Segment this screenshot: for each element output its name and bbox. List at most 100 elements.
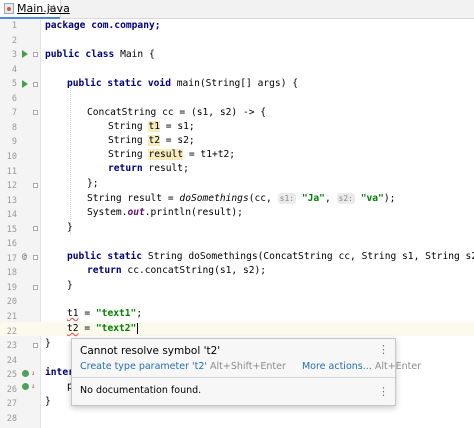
line-number: 8 [11, 122, 17, 133]
line-number: 3 [11, 50, 17, 61]
line-number: 9 [11, 137, 17, 148]
shortcut-label: Alt+Enter [374, 361, 422, 372]
code-text: = t1+t2; [183, 149, 236, 160]
keyword: return [87, 265, 122, 276]
code-line-10: String result = t1+t2; [108, 148, 235, 162]
line-number: 12 [6, 181, 17, 192]
keyword: package com.company; [45, 20, 161, 31]
code-text: = [78, 308, 96, 319]
fold-icon[interactable] [33, 285, 38, 290]
line-number: 26 [6, 384, 17, 395]
line-number: 11 [6, 166, 17, 177]
code-line-17: public static String doSomethings(Concat… [67, 250, 474, 264]
fold-icon[interactable] [33, 226, 38, 231]
java-file-icon [4, 3, 14, 14]
parameter-hint: s2: [336, 193, 355, 204]
highlighted-variable: t2 [148, 135, 160, 146]
fold-icon[interactable] [33, 110, 38, 115]
code-line-15: } [67, 221, 73, 235]
close-icon[interactable]: × [47, 1, 56, 14]
highlighted-variable: result [148, 149, 184, 160]
code-line-11: return result; [108, 162, 189, 176]
line-number: 19 [6, 282, 17, 293]
fold-icon[interactable] [33, 255, 38, 260]
code-text: String result = [87, 193, 180, 204]
line-number: 20 [6, 297, 17, 308]
documentation-text: No documentation found. [80, 385, 202, 396]
code-text: (cc, [248, 193, 278, 204]
code-line-3: public class Main { [45, 48, 155, 62]
highlighted-variable: t1 [148, 121, 160, 132]
code-line-7: ConcatString cc = (s1, s2) -> { [87, 106, 266, 120]
code-text: } [67, 280, 73, 291]
line-number: 6 [11, 93, 17, 104]
line-number: 13 [6, 195, 17, 206]
code-text: String [108, 121, 149, 132]
error-tooltip-popup: Cannot resolve symbol 't2' ⋮ Create type… [71, 338, 421, 406]
string-literal: "text2" [95, 323, 137, 334]
code-text: } [45, 396, 51, 407]
code-text: , [324, 193, 337, 204]
code-line-14: System.out.println(result); [87, 206, 243, 220]
fold-icon[interactable] [33, 343, 38, 348]
code-text: Main { [114, 49, 155, 60]
implement-icon[interactable] [22, 383, 29, 390]
static-field: out [127, 207, 145, 218]
fold-icon[interactable] [33, 82, 38, 87]
gutter-separator [40, 19, 41, 428]
code-text: .println(result); [144, 207, 243, 218]
code-text: result; [142, 163, 189, 174]
line-number: 14 [6, 210, 17, 221]
code-text: ; [136, 308, 143, 319]
line-number: 1 [11, 21, 17, 31]
code-text: ); [383, 193, 396, 204]
fold-icon[interactable] [33, 183, 38, 188]
code-line-13: String result = doSomethings(cc, s1: "Ja… [87, 192, 395, 206]
keyword: public static [67, 251, 143, 262]
implement-icon[interactable] [22, 370, 29, 377]
tab-main-java[interactable]: Main.java × [0, 0, 70, 19]
line-number: 16 [6, 239, 17, 250]
code-line-19: } [67, 279, 73, 293]
annotation-icon[interactable]: @ [22, 252, 27, 261]
code-line-8: String t1 = s1; [108, 120, 195, 134]
popup-actions-row: Create type parameter 't2' Alt+Shift+Ent… [80, 361, 421, 372]
line-number: 24 [6, 355, 17, 366]
code-line-18: return cc.concatString(s1, s2); [87, 264, 266, 278]
create-type-parameter-link[interactable]: Create type parameter 't2' [80, 361, 207, 372]
code-line-25: inter [45, 366, 74, 380]
line-number: 21 [6, 312, 17, 322]
popup-title: Cannot resolve symbol 't2' [80, 345, 221, 357]
indent-guide [70, 86, 71, 235]
run-icon[interactable] [22, 80, 28, 88]
fold-icon[interactable] [33, 52, 38, 57]
code-line-21: t1 = "text1"; [67, 307, 142, 321]
code-text: String [108, 135, 149, 146]
code-line-1: package com.company; [45, 19, 161, 33]
method-call: doSomethings [179, 193, 249, 204]
line-number: 28 [6, 413, 17, 424]
code-line-23: } [45, 337, 51, 351]
line-number: 15 [6, 224, 17, 235]
code-text: System. [87, 207, 128, 218]
code-line-12: }; [87, 177, 99, 191]
code-line-5: public static void main(String[] args) { [67, 77, 298, 91]
code-text: } [67, 222, 73, 233]
unresolved-symbol: t2 [67, 323, 79, 334]
keyword: public static void [67, 78, 171, 89]
code-text: String [142, 251, 189, 262]
line-number: 17 [6, 253, 17, 264]
more-options-icon[interactable]: ⋮ [378, 386, 389, 397]
code-text: = [78, 323, 96, 334]
line-number: 25 [6, 370, 17, 381]
line-number: 7 [11, 108, 17, 119]
code-text: (ConcatString cc, String s1, String s2){ [257, 251, 474, 262]
line-number: 10 [6, 151, 17, 162]
run-icon[interactable] [22, 50, 28, 58]
keyword: public class [45, 49, 115, 60]
text-caret [137, 323, 139, 334]
line-number: 18 [6, 268, 17, 279]
down-arrow-icon: ↓ [31, 382, 36, 390]
more-options-icon[interactable]: ⋮ [378, 344, 389, 355]
more-actions-link[interactable]: More actions... [302, 361, 372, 372]
